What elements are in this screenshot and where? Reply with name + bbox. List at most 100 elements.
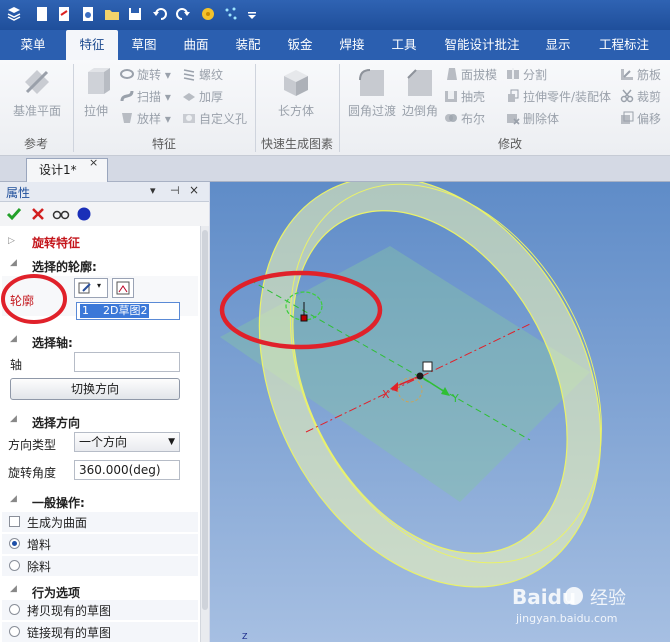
chamfer-button[interactable]: 边倒角 — [400, 66, 440, 128]
chevron-down-icon: ▾ — [97, 281, 102, 290]
sparkle-icon[interactable] — [223, 6, 239, 22]
tab-sheet-metal[interactable]: 钣金 — [280, 30, 320, 60]
delete-body-button[interactable]: 删除体 — [506, 110, 559, 128]
draft-button[interactable]: 面拔模 — [444, 66, 497, 84]
confirm-check-icon[interactable] — [6, 206, 22, 222]
axis-field[interactable] — [74, 352, 180, 372]
app-logo-icon[interactable] — [6, 6, 22, 22]
section-behavior-options[interactable]: ◢ 行为选项 — [10, 584, 80, 601]
revolve-button[interactable]: 旋转 ▾ — [120, 66, 171, 84]
help-circle-icon[interactable] — [76, 206, 92, 222]
cancel-x-icon[interactable] — [30, 206, 46, 222]
sketch-select-button[interactable] — [112, 278, 134, 298]
custom-hole-button[interactable]: 自定义孔 — [182, 110, 247, 128]
remove-material-radio[interactable] — [9, 560, 20, 571]
extrude-button[interactable]: 拉伸 — [76, 66, 116, 128]
tab-feature[interactable]: 特征 — [66, 30, 118, 60]
quick-access-toolbar — [0, 0, 670, 30]
scrollbar-thumb[interactable] — [202, 230, 208, 610]
tab-display[interactable]: 显示 — [536, 30, 580, 60]
add-material-radio[interactable] — [9, 538, 20, 549]
group-label-modify: 修改 — [497, 137, 522, 151]
new-file-icon[interactable] — [34, 6, 50, 22]
feature-title: 旋转特征 — [32, 236, 81, 250]
profile-anchor-point[interactable] — [300, 314, 308, 322]
origin-point — [416, 372, 424, 380]
tab-smart-design-annotation[interactable]: 智能设计批注 — [438, 30, 526, 60]
box-button[interactable]: 长方体 — [272, 66, 320, 128]
switch-direction-button[interactable]: 切换方向 — [10, 378, 180, 400]
redo-icon[interactable] — [175, 6, 191, 22]
trim-label: 裁剪 — [637, 90, 662, 104]
panel-close-icon[interactable]: × — [189, 183, 199, 197]
section-axis[interactable]: ◢ 选择轴: — [10, 334, 73, 351]
y-axis-label: Y — [451, 392, 459, 405]
tab-tools[interactable]: 工具 — [384, 30, 424, 60]
customize-dropdown-icon[interactable] — [247, 6, 263, 22]
z-axis-label: Z — [242, 632, 248, 641]
paw-icon — [565, 587, 583, 605]
save-icon[interactable] — [127, 6, 143, 22]
delete-body-label: 删除体 — [523, 112, 560, 126]
rib-icon — [621, 69, 633, 80]
preview-glasses-icon[interactable] — [52, 207, 70, 221]
3d-viewport[interactable]: X Y Z — [210, 182, 670, 642]
document-tab-bar: 设计1* × — [0, 156, 670, 182]
panel-toolbar — [0, 202, 209, 226]
loft-button[interactable]: 放样 ▾ — [120, 110, 171, 128]
box-label: 长方体 — [277, 104, 314, 118]
sketch-select-icon — [116, 281, 130, 295]
rotation-angle-field[interactable]: 360.000(deg) — [74, 460, 180, 480]
tab-sketch[interactable]: 草图 — [124, 30, 164, 60]
direction-type-label: 方向类型 — [8, 438, 57, 452]
tab-weldment[interactable]: 焊接 — [332, 30, 372, 60]
sweep-button[interactable]: 扫描 ▾ — [120, 88, 171, 106]
trim-button[interactable]: 裁剪 — [620, 88, 661, 106]
link-sketch-radio[interactable] — [9, 626, 20, 637]
new-drawing-icon[interactable] — [56, 6, 72, 22]
undo-icon[interactable] — [152, 6, 168, 22]
box-icon — [284, 70, 308, 96]
rib-label: 筋板 — [637, 68, 662, 82]
expand-arrow-icon[interactable]: ▷ — [8, 236, 15, 246]
section-general-operation[interactable]: ◢ 一般操作: — [10, 494, 85, 511]
profile-field[interactable]: 1 2D草图2 — [76, 302, 180, 320]
extrude-to-part-label: 拉伸零件/装配体 — [523, 90, 612, 104]
section-direction[interactable]: ◢ 选择方向 — [10, 414, 80, 431]
rebuild-icon[interactable] — [200, 6, 216, 22]
direction-type-select[interactable]: 一个方向 ▼ — [74, 432, 180, 452]
tab-engineering-annotation[interactable]: 工程标注 — [590, 30, 658, 60]
tab-assembly[interactable]: 装配 — [228, 30, 268, 60]
panel-pin-icon[interactable]: ⊣ — [170, 184, 180, 197]
fillet-button[interactable]: 圆角过渡 — [344, 66, 400, 128]
loft-label: 放样 — [137, 112, 162, 126]
shell-button[interactable]: 抽壳 — [444, 88, 485, 106]
thread-icon — [183, 69, 195, 81]
add-material-label: 增料 — [27, 538, 52, 552]
panel-scrollbar[interactable] — [200, 226, 209, 642]
copy-sketch-radio[interactable] — [9, 604, 20, 615]
tab-menu[interactable]: 菜单 — [8, 30, 58, 60]
thread-button[interactable]: 螺纹 — [182, 66, 223, 84]
document-tab-close-icon[interactable]: × — [89, 156, 98, 169]
extrude-to-part-button[interactable]: 拉伸零件/装配体 — [506, 88, 611, 106]
panel-dropdown-icon[interactable]: ▾ — [150, 184, 156, 197]
group-label-reference: 参考 — [23, 137, 48, 151]
direction-type-value: 一个方向 — [79, 435, 128, 449]
split-button[interactable]: 分割 — [506, 66, 547, 84]
offset-button[interactable]: 偏移 — [620, 110, 661, 128]
tab-surface[interactable]: 曲面 — [176, 30, 216, 60]
boolean-icon — [445, 114, 457, 122]
rib-button[interactable]: 筋板 — [620, 66, 661, 84]
template-icon[interactable] — [80, 6, 96, 22]
boolean-button[interactable]: 布尔 — [444, 110, 485, 128]
sweep-icon — [120, 90, 134, 102]
triad-handle-icon[interactable] — [422, 361, 433, 372]
thicken-button[interactable]: 加厚 — [182, 88, 223, 106]
watermark-logo: Baidu 经验 jingyan.baidu.com — [512, 585, 626, 625]
generate-surface-checkbox[interactable] — [9, 516, 20, 527]
sketch-edit-button[interactable]: ▾ — [74, 278, 108, 298]
datum-plane-button[interactable]: 基准平面 — [8, 66, 66, 128]
open-folder-icon[interactable] — [104, 6, 120, 22]
menu-tab-bar: 菜单 特征 草图 曲面 装配 钣金 焊接 工具 智能设计批注 显示 工程标注 — [0, 30, 670, 60]
